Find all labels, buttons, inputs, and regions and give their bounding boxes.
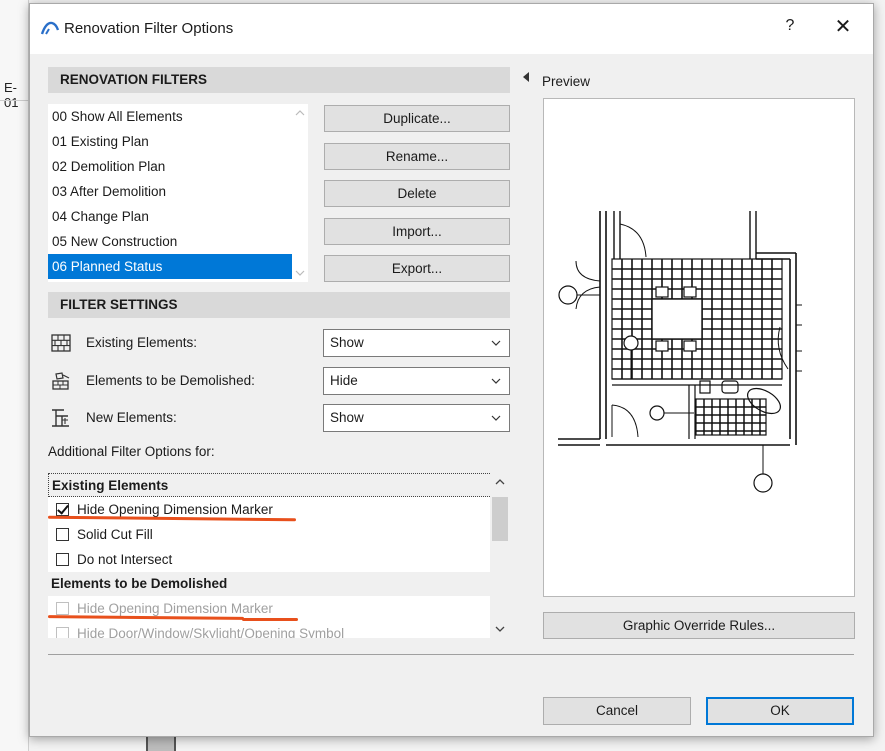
cancel-button[interactable]: Cancel [543,697,691,725]
demolished-elements-row: Elements to be Demolished: Hide [48,367,510,395]
renovation-filters-header: RENOVATION FILTERS [48,67,510,93]
close-button[interactable]: ✕ [830,14,856,39]
additional-options-label: Additional Filter Options for: [48,444,215,459]
demolished-elements-value: Hide [330,373,358,388]
scroll-up-icon[interactable] [295,108,305,118]
archicad-logo-icon [40,21,60,35]
checkbox-checked[interactable] [56,503,69,516]
option-label: Do not Intersect [77,552,173,567]
filter-list-item-selected[interactable]: 06 Planned Status [48,254,292,279]
option-label: Hide Opening Dimension Marker [77,502,273,517]
additional-options-list[interactable]: Existing Elements Hide Opening Dimension… [48,473,508,638]
checkbox[interactable] [56,528,69,541]
duplicate-button[interactable]: Duplicate... [324,105,510,132]
filter-settings-header: FILTER SETTINGS [48,292,510,318]
export-button[interactable]: Export... [324,255,510,282]
filter-list-item[interactable]: 01 Existing Plan [48,129,292,154]
demolished-elements-label: Elements to be Demolished: [86,373,255,388]
floor-plan-preview [558,211,802,493]
chevron-down-icon [491,340,501,346]
filter-list-item[interactable]: 03 After Demolition [48,179,292,204]
option-group-existing: Existing Elements [48,473,508,497]
demolish-icon [52,372,70,390]
new-element-icon [52,409,69,427]
scrollbar-thumb[interactable] [492,497,508,541]
background-divider [0,100,29,101]
existing-elements-label: Existing Elements: [86,335,198,350]
annotation-underline-short [242,618,298,621]
new-elements-row: New Elements: Show [48,404,510,432]
checkbox[interactable] [56,553,69,566]
help-button[interactable]: ? [780,17,800,35]
footer-separator [48,654,854,655]
rename-button[interactable]: Rename... [324,143,510,170]
title-bar: Renovation Filter Options ? ✕ [30,4,873,54]
scroll-down-icon[interactable] [295,268,305,278]
background-label: E-01 [4,80,19,110]
new-elements-select[interactable]: Show [323,404,510,432]
filter-list-scrollbar[interactable] [292,104,308,282]
option-solid-cut-fill[interactable]: Solid Cut Fill [48,522,508,547]
scroll-up-icon[interactable] [495,477,505,487]
delete-button[interactable]: Delete [324,180,510,207]
new-elements-label: New Elements: [86,410,177,425]
filter-list-item[interactable]: 05 New Construction [48,229,292,254]
option-label: Solid Cut Fill [77,527,153,542]
option-do-not-intersect[interactable]: Do not Intersect [48,547,508,572]
option-group-demolished: Elements to be Demolished [48,572,508,596]
renovation-filter-dialog: Renovation Filter Options ? ✕ RENOVATION… [29,3,874,737]
existing-elements-value: Show [330,335,364,350]
import-button[interactable]: Import... [324,218,510,245]
checkbox-disabled [56,627,69,638]
option-hide-door-window-symbol: Hide Door/Window/Skylight/Opening Symbol [48,621,508,638]
options-scrollbar[interactable] [490,473,510,638]
dialog-title: Renovation Filter Options [64,20,234,37]
brick-wall-icon [51,334,71,352]
existing-elements-select[interactable]: Show [323,329,510,357]
graphic-override-rules-button[interactable]: Graphic Override Rules... [543,612,855,639]
demolished-elements-select[interactable]: Hide [323,367,510,395]
filter-list[interactable]: 00 Show All Elements 01 Existing Plan 02… [48,104,292,282]
filter-list-item[interactable]: 04 Change Plan [48,204,292,229]
ok-button[interactable]: OK [706,697,854,725]
filter-list-item[interactable]: 02 Demolition Plan [48,154,292,179]
option-label: Hide Opening Dimension Marker [77,601,273,616]
preview-label: Preview [542,74,591,89]
background-scroll-element [146,735,176,751]
filter-list-item[interactable]: 00 Show All Elements [48,104,292,129]
checkbox-disabled [56,602,69,615]
chevron-down-icon [491,378,501,384]
preview-panel [543,98,855,597]
option-label: Hide Door/Window/Skylight/Opening Symbol [77,626,345,638]
scroll-down-icon[interactable] [495,624,505,634]
background-side-panel: E-01 [0,0,29,751]
collapse-panel-icon[interactable] [523,72,529,82]
existing-elements-row: Existing Elements: Show [48,329,510,357]
new-elements-value: Show [330,410,364,425]
chevron-down-icon [491,415,501,421]
